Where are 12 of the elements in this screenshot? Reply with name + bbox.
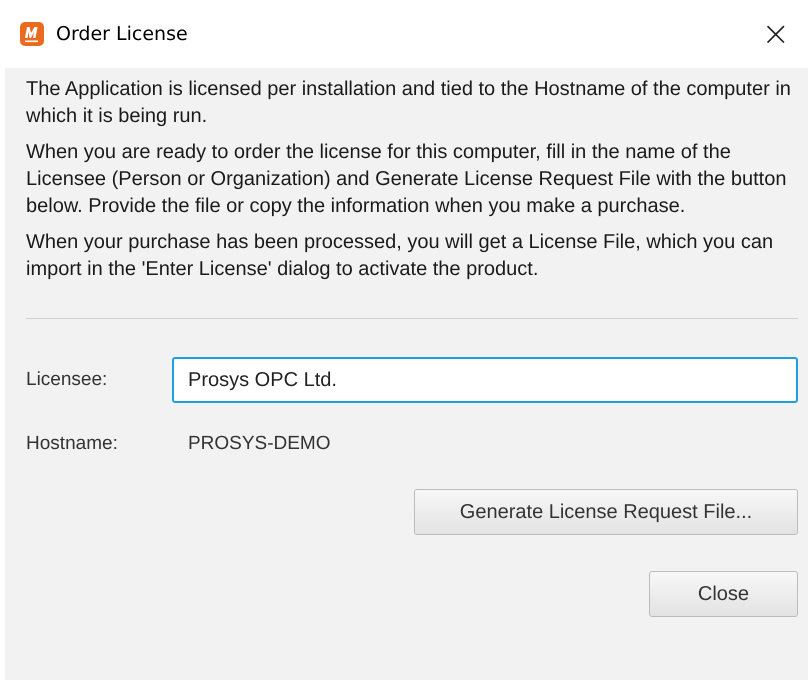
info-paragraph: When you are ready to order the license for this computer, fill in the name of the Licensee (Person or Organization) and Generate License Request File with the button below. Provide the file or copy the information when you make a purchase. bbox=[26, 140, 788, 219]
generate-request-button[interactable]: Generate License Request File... bbox=[414, 489, 798, 535]
close-dialog-button[interactable]: Close bbox=[649, 571, 798, 617]
licensee-field[interactable]: Prosys OPC Ltd. bbox=[172, 357, 798, 403]
field-label: Licensee: bbox=[26, 369, 108, 391]
info-paragraph: When your purchase has been processed, you will get a License File, which you can import in the 'Enter License' dialog to activate the product. bbox=[26, 230, 774, 282]
window-title: Order License bbox=[56, 23, 189, 45]
hostname-value: PROSYS-DEMO bbox=[187, 433, 331, 455]
field-label: Hostname: bbox=[26, 433, 119, 455]
info-paragraph: The Application is licensed per installation and tied to the Hostname of the computer in which it is being run. bbox=[26, 77, 792, 129]
close-button[interactable]: × bbox=[758, 17, 794, 51]
app-logo-icon bbox=[20, 22, 44, 46]
